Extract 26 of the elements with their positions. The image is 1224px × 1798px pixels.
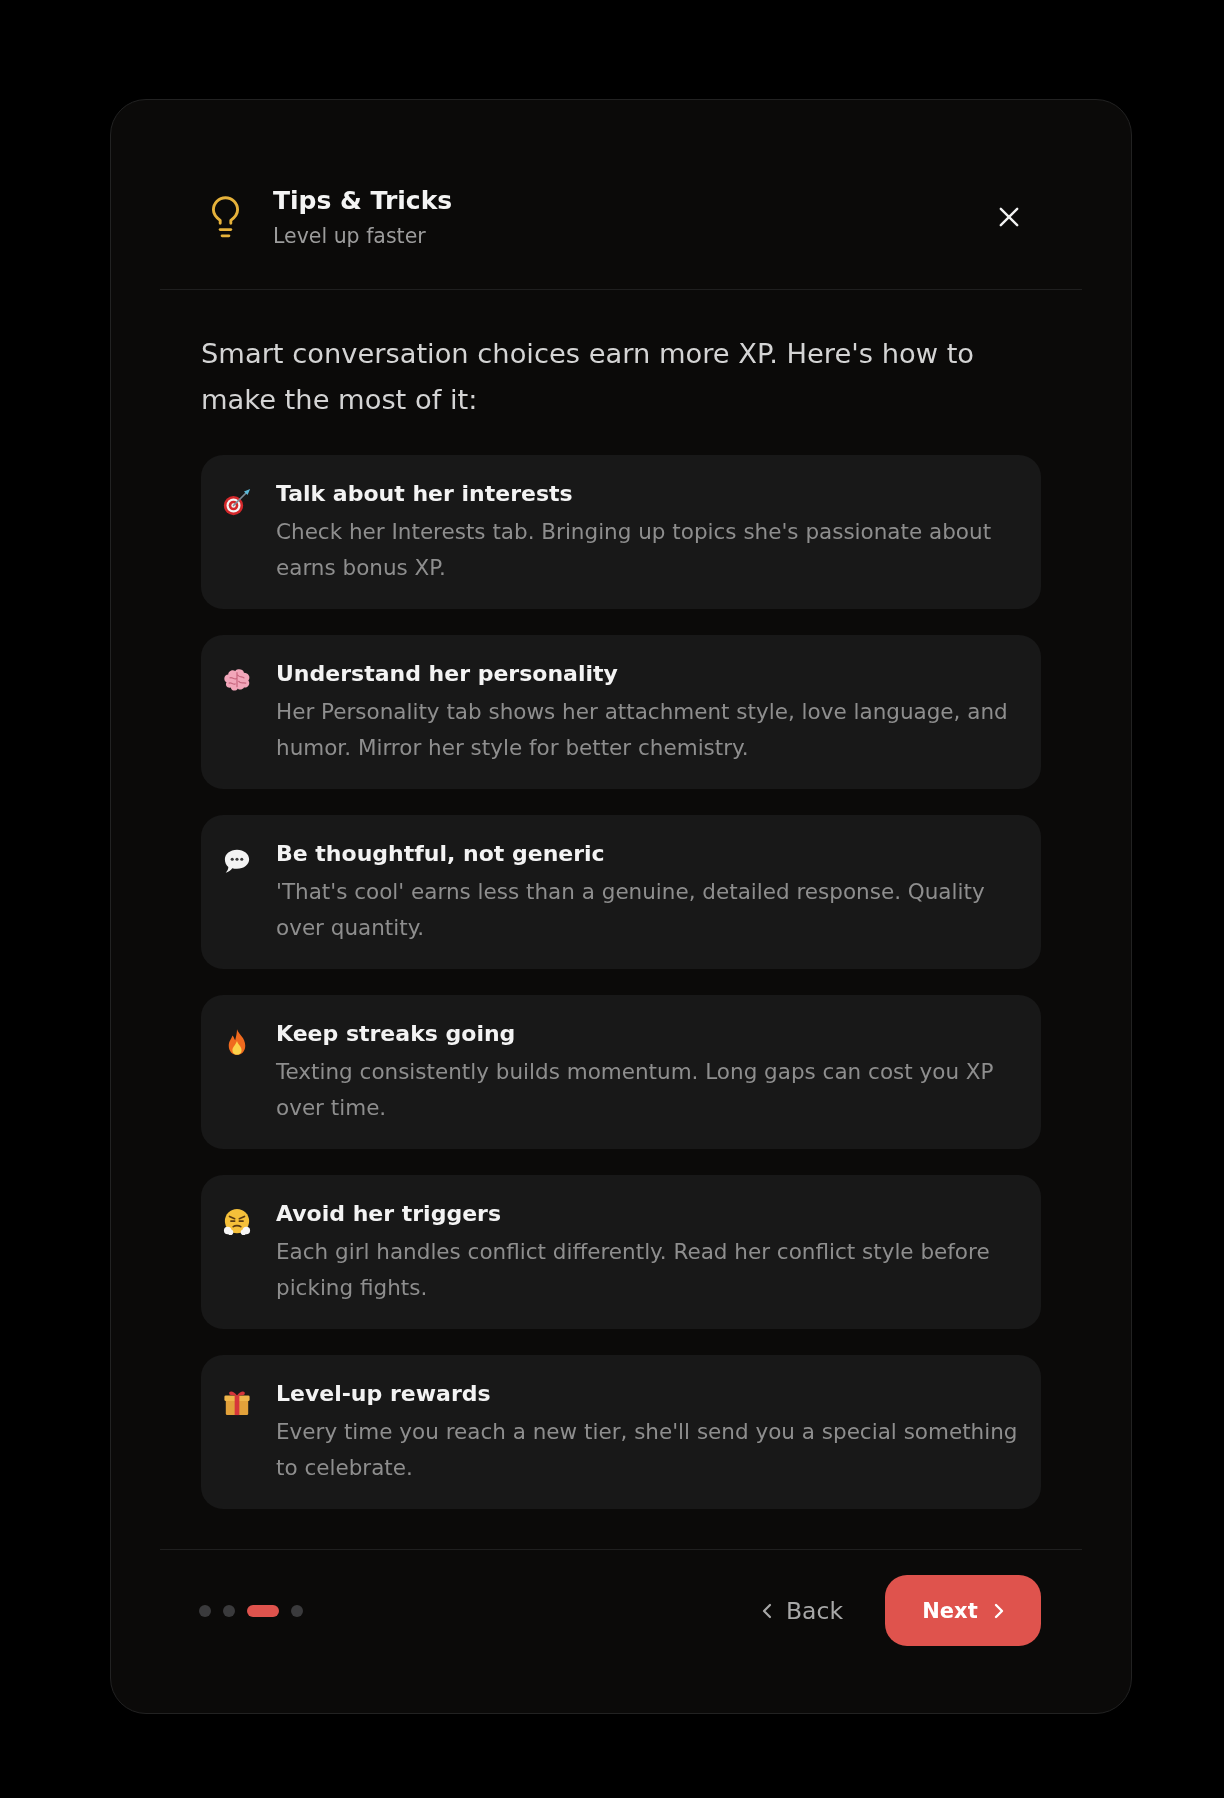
target-icon	[223, 488, 251, 516]
tip-title: Be thoughtful, not generic	[276, 840, 605, 868]
tip-title: Understand her personality	[276, 660, 618, 688]
tip-title: Keep streaks going	[276, 1020, 516, 1048]
speech-bubble-icon	[223, 848, 251, 874]
close-icon	[999, 207, 1019, 227]
back-button[interactable]: Back	[761, 1596, 843, 1625]
lightbulb-icon	[211, 195, 240, 239]
tip-title: Level-up rewards	[276, 1380, 491, 1408]
tip-description: 'That's cool' earns less than a genuine, detailed response. Quality over quantity.	[276, 878, 986, 942]
tip-description: Check her Interests tab. Bringing up topics she's passionate about earns bonus XP.	[276, 518, 993, 582]
tip-title: Avoid her triggers	[276, 1200, 501, 1228]
angry-face-icon	[223, 1208, 251, 1236]
flame-icon	[226, 1028, 248, 1056]
tip-description: Her Personality tab shows her attachment style, love language, and humor. Mirror her style for better chemistry.	[276, 698, 1009, 762]
chevron-left-icon	[761, 1602, 772, 1619]
dialog-title: Tips & Tricks	[273, 185, 453, 217]
tip-title: Talk about her interests	[276, 480, 573, 508]
tip-description: Texting consistently builds momentum. Long gaps can cost you XP over time.	[276, 1058, 995, 1122]
intro-text: Smart conversation choices earn more XP. Here's how to make the most of it:	[201, 337, 976, 417]
brain-icon	[223, 668, 251, 693]
tip-description: Every time you reach a new tier, she'll send you a special something to celebrate.	[276, 1418, 1019, 1482]
tip-description: Each girl handles conflict differently. Read her conflict style before picking fights.	[276, 1238, 991, 1302]
dialog-subtitle: Level up faster	[273, 223, 426, 250]
next-button[interactable]: Next	[885, 1575, 1041, 1646]
chevron-right-icon	[993, 1602, 1004, 1619]
